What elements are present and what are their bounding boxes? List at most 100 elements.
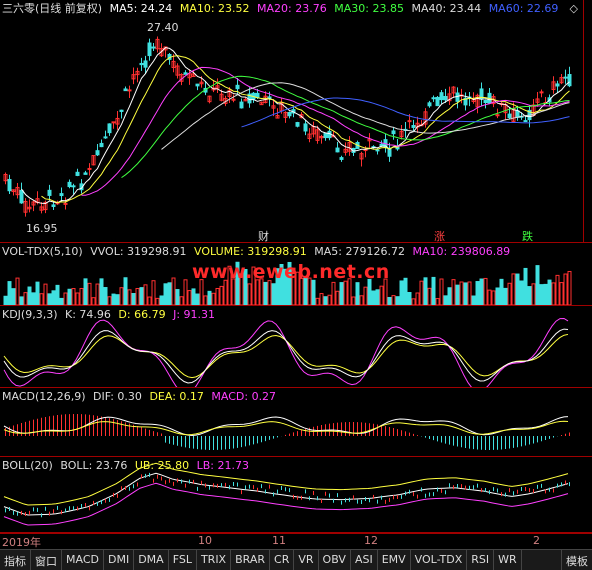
volume-bar — [139, 287, 144, 305]
limit-up-tag[interactable]: 涨 — [434, 228, 445, 244]
boll-lb: LB: 21.73 — [196, 459, 249, 472]
tab-indicator[interactable]: 指标 — [0, 550, 31, 570]
kdj-j-line — [3, 317, 569, 387]
macd-dif: DIF: 0.30 — [93, 390, 142, 403]
candlestick-chart[interactable] — [0, 0, 584, 242]
volume-bar — [43, 283, 48, 305]
macd-legend: MACD(12,26,9) DIF: 0.30 DEA: 0.17 MACD: … — [2, 390, 280, 404]
tab-trix[interactable]: TRIX — [197, 550, 232, 570]
boll-name: BOLL(20) — [2, 459, 53, 472]
tab-emv[interactable]: EMV — [378, 550, 411, 570]
volume-bar — [539, 284, 544, 305]
volume-bar — [463, 282, 468, 305]
volume-bar — [187, 290, 192, 305]
candle-body — [295, 122, 300, 127]
candle-body — [87, 167, 92, 170]
volume-bar — [419, 280, 424, 305]
candle-body — [239, 101, 244, 109]
tab-dmi[interactable]: DMI — [104, 550, 135, 570]
tab-macd[interactable]: MACD — [62, 550, 104, 570]
tab-template[interactable]: 模板 — [561, 550, 592, 570]
volume-bar — [179, 296, 184, 305]
volume-bar — [167, 282, 172, 305]
ma20-legend: MA20: 23.76 — [257, 2, 327, 15]
tab-asi[interactable]: ASI — [351, 550, 378, 570]
volume-bar — [79, 287, 84, 305]
kdj-panel[interactable]: KDJ(9,3,3) K: 74.96 D: 66.79 J: 91.31 — [0, 306, 592, 388]
candle-body — [63, 202, 68, 205]
candle-body — [391, 130, 396, 135]
volume-bar — [535, 265, 540, 305]
volume-bar — [467, 281, 472, 305]
volume-bar — [351, 296, 356, 305]
ma5-legend: MA5: 24.24 — [109, 2, 173, 15]
stock-title: 三六零(日线 前复权) — [2, 2, 103, 15]
boll-legend: BOLL(20) BOLL: 23.76 UB: 25.80 LB: 21.73 — [2, 459, 253, 473]
candle-body — [555, 83, 560, 87]
volume-bar — [527, 286, 532, 305]
ma10-legend: MA10: 23.52 — [179, 2, 250, 15]
volume-panel[interactable]: VOL-TDX(5,10) VVOL: 319298.91 VOLUME: 31… — [0, 243, 592, 306]
tab-rsi[interactable]: RSI — [467, 550, 495, 570]
tab-window[interactable]: 窗口 — [31, 550, 62, 570]
volume-bar — [155, 297, 160, 305]
candle-body — [139, 62, 144, 66]
volume-bar — [271, 283, 276, 305]
volume-bar — [471, 295, 476, 305]
tab-brar[interactable]: BRAR — [231, 550, 271, 570]
diamond-icon[interactable]: ◇ — [570, 2, 578, 15]
volume-bar — [327, 294, 332, 305]
volume-bar — [47, 293, 52, 305]
volume-bar — [531, 283, 536, 305]
time-label: 2019年 — [2, 536, 41, 549]
tab-dma[interactable]: DMA — [134, 550, 169, 570]
main-legend: 三六零(日线 前复权) MA5: 24.24 MA10: 23.52 MA20:… — [2, 2, 562, 16]
volume-bar — [439, 278, 444, 305]
candle-body — [19, 189, 24, 204]
candle-body — [75, 171, 80, 176]
tab-vr[interactable]: VR — [294, 550, 319, 570]
volume-bar — [3, 295, 8, 305]
candle-body — [303, 123, 308, 132]
time-axis: 2019年 10 11 12 2 — [0, 533, 592, 549]
macd-dif-line — [3, 416, 569, 436]
tab-cr[interactable]: CR — [270, 550, 295, 570]
volume-bar — [387, 296, 392, 305]
volume-bar — [123, 277, 128, 305]
volume-bar — [375, 289, 380, 305]
tab-wr[interactable]: WR — [494, 550, 522, 570]
volume-bar — [215, 287, 220, 305]
limit-down-tag[interactable]: 跌 — [522, 228, 533, 244]
candle-body — [287, 112, 292, 117]
tab-vol-tdx[interactable]: VOL-TDX — [411, 550, 468, 570]
tab-fsl[interactable]: FSL — [169, 550, 197, 570]
volume-bar — [511, 273, 516, 305]
volume-bar — [355, 282, 360, 305]
candle-body — [375, 149, 380, 152]
tab-obv[interactable]: OBV — [319, 550, 351, 570]
finance-tag[interactable]: 财 — [258, 228, 269, 244]
boll-panel[interactable]: BOLL(20) BOLL: 23.76 UB: 25.80 LB: 21.73 — [0, 457, 592, 533]
volume-bar — [555, 274, 560, 305]
volume-bar — [523, 267, 528, 305]
volume-bar — [107, 296, 112, 305]
volume-bar — [339, 282, 344, 305]
volume-ma5: MA5: 279126.72 — [314, 245, 405, 258]
candle-body — [111, 121, 116, 124]
volume-bar — [23, 292, 28, 305]
volume-bar — [311, 279, 316, 305]
price-scale — [583, 0, 592, 242]
volume-bar — [67, 288, 72, 305]
volume-bar — [379, 285, 384, 305]
volume-bar — [247, 283, 252, 305]
price-panel[interactable]: 三六零(日线 前复权) MA5: 24.24 MA10: 23.52 MA20:… — [0, 0, 592, 243]
volume-bar — [551, 282, 556, 305]
volume-bar — [183, 279, 188, 305]
volume-bar — [515, 273, 520, 305]
candle-body — [523, 120, 528, 123]
volume-bar — [51, 290, 56, 305]
volume-bar — [343, 280, 348, 305]
macd-panel[interactable]: MACD(12,26,9) DIF: 0.30 DEA: 0.17 MACD: … — [0, 388, 592, 457]
ma30-legend: MA30: 23.85 — [334, 2, 404, 15]
volume-bar — [87, 282, 92, 305]
